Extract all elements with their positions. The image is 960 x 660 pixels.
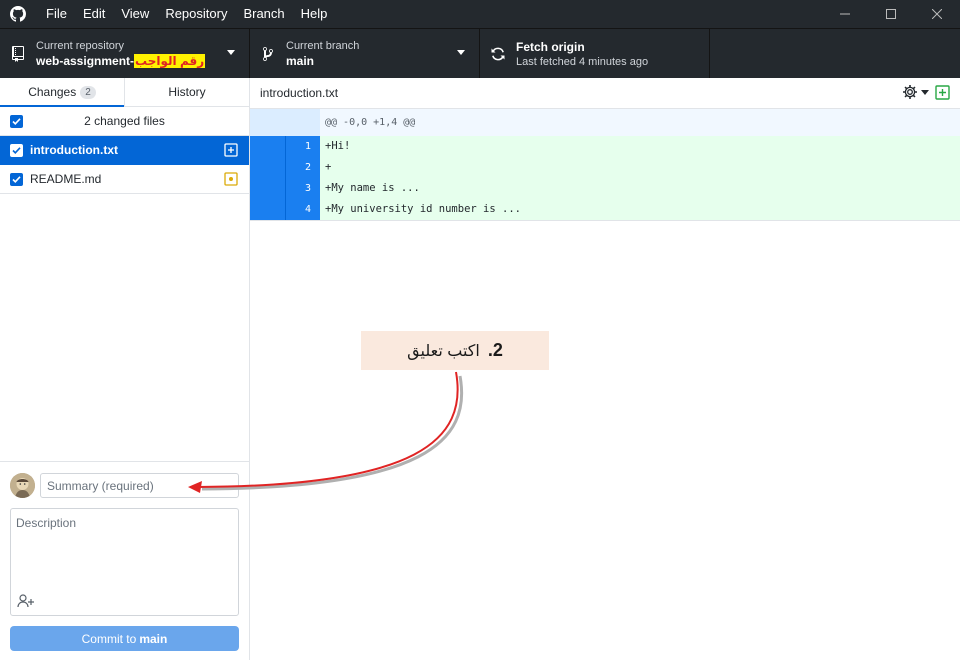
old-line-gutter <box>250 199 285 220</box>
branch-name: main <box>286 54 315 68</box>
tab-history[interactable]: History <box>124 78 249 106</box>
maximize-button[interactable] <box>868 0 914 28</box>
fetch-origin-button[interactable]: Fetch origin Last fetched 4 minutes ago <box>480 29 710 79</box>
fetch-title: Fetch origin <box>516 40 585 54</box>
menu-edit[interactable]: Edit <box>75 0 113 28</box>
check-icon <box>12 146 21 154</box>
maximize-icon <box>886 9 896 19</box>
summary-input[interactable] <box>40 473 239 498</box>
new-line-number: 1 <box>285 136 320 157</box>
repository-icon <box>0 46 36 62</box>
changed-files-header: 2 changed files <box>0 107 249 136</box>
diff-hunk-header[interactable]: @@ -0,0 +1,4 @@ <box>250 109 960 136</box>
menu-file[interactable]: File <box>38 0 75 28</box>
close-icon <box>932 9 942 19</box>
diff-line[interactable]: 1 +Hi! <box>250 136 960 157</box>
tab-history-label: History <box>168 85 206 99</box>
commit-button-branch: main <box>139 631 168 646</box>
new-line-number: 3 <box>285 178 320 199</box>
commit-area: Commit tomain <box>0 461 249 660</box>
avatar <box>10 473 35 498</box>
branch-icon <box>250 46 286 62</box>
expand-diff-button[interactable] <box>935 84 950 100</box>
repository-name-highlight: رقم الواجب <box>134 54 206 68</box>
menu-bar: File Edit View Repository Branch Help <box>38 0 335 28</box>
tab-changes-label: Changes <box>28 85 77 99</box>
chevron-down-icon <box>921 89 929 95</box>
file-checkbox[interactable] <box>10 172 23 186</box>
diff-settings-button[interactable] <box>902 84 929 100</box>
commit-button[interactable]: Commit to main <box>10 626 239 651</box>
file-added-icon <box>224 143 238 157</box>
sidebar: Changes 2 History 2 changed files introd… <box>0 78 250 660</box>
file-modified-icon <box>224 172 238 186</box>
hunk-gutter <box>250 109 320 136</box>
add-person-icon <box>17 594 34 608</box>
fetch-status: Last fetched 4 minutes ago <box>516 56 649 68</box>
repository-label: Current repository <box>36 40 125 52</box>
old-line-gutter <box>250 136 285 157</box>
diff-body: @@ -0,0 +1,4 @@ 1 +Hi! 2 + 3 +My name is… <box>250 109 960 221</box>
file-name: README.md <box>30 172 102 186</box>
diff-divider <box>250 220 960 221</box>
diff-line-text: +Hi! <box>325 140 351 152</box>
sidebar-tabs: Changes 2 History <box>0 78 249 107</box>
annotation-step-number: 2. <box>487 340 503 360</box>
minimize-button[interactable] <box>822 0 868 28</box>
description-input[interactable] <box>11 509 238 589</box>
add-coauthor-button[interactable] <box>15 591 37 611</box>
menu-repository[interactable]: Repository <box>157 0 235 28</box>
new-line-number: 4 <box>285 199 320 220</box>
check-icon <box>12 175 21 183</box>
tab-changes[interactable]: Changes 2 <box>0 78 124 107</box>
window-controls <box>822 0 960 28</box>
annotation-callout: 2. اكتب تعليق <box>361 331 549 370</box>
branch-label: Current branch <box>286 40 360 52</box>
minimize-icon <box>840 13 850 15</box>
diff-file-path: introduction.txt <box>260 86 339 100</box>
diff-line[interactable]: 3 +My name is ... <box>250 178 960 199</box>
select-all-checkbox[interactable] <box>10 114 23 128</box>
file-row-introduction[interactable]: introduction.txt <box>0 136 249 165</box>
diff-line[interactable]: 2 + <box>250 157 960 178</box>
check-icon <box>12 117 21 125</box>
diff-line-text: +My name is ... <box>325 182 420 194</box>
close-button[interactable] <box>914 0 960 28</box>
diff-line-text: +My university id number is ... <box>325 203 521 215</box>
diff-line-text: + <box>325 161 332 173</box>
menu-help[interactable]: Help <box>293 0 336 28</box>
title-bar: File Edit View Repository Branch Help <box>0 0 960 28</box>
file-checkbox[interactable] <box>10 143 23 157</box>
toolbar: Current repository web-assignment-رقم ال… <box>0 28 960 79</box>
current-branch-button[interactable]: Current branch main <box>250 29 480 79</box>
diff-tools <box>902 84 950 100</box>
menu-view[interactable]: View <box>113 0 157 28</box>
gear-icon <box>903 85 917 99</box>
diff-line[interactable]: 4 +My university id number is ... <box>250 199 960 220</box>
file-added-icon <box>935 84 950 100</box>
diff-header: introduction.txt <box>250 78 960 109</box>
chevron-down-icon <box>457 50 465 55</box>
github-logo-icon <box>4 0 32 28</box>
changes-count-badge: 2 <box>80 85 96 99</box>
file-name: introduction.txt <box>30 143 118 157</box>
repository-name: web-assignment-رقم الواجب <box>36 54 206 68</box>
old-line-gutter <box>250 178 285 199</box>
chevron-down-icon <box>227 50 235 55</box>
commit-button-label: Commit to <box>81 631 137 646</box>
current-repository-button[interactable]: Current repository web-assignment-رقم ال… <box>0 29 250 79</box>
old-line-gutter <box>250 157 285 178</box>
file-row-readme[interactable]: README.md <box>0 165 249 194</box>
changed-files-count: 2 changed files <box>84 114 165 128</box>
sync-icon <box>480 46 516 62</box>
new-line-number: 2 <box>285 157 320 178</box>
description-box <box>10 508 239 616</box>
menu-branch[interactable]: Branch <box>235 0 292 28</box>
hunk-header-text: @@ -0,0 +1,4 @@ <box>325 117 416 128</box>
annotation-text: اكتب تعليق <box>407 342 480 360</box>
